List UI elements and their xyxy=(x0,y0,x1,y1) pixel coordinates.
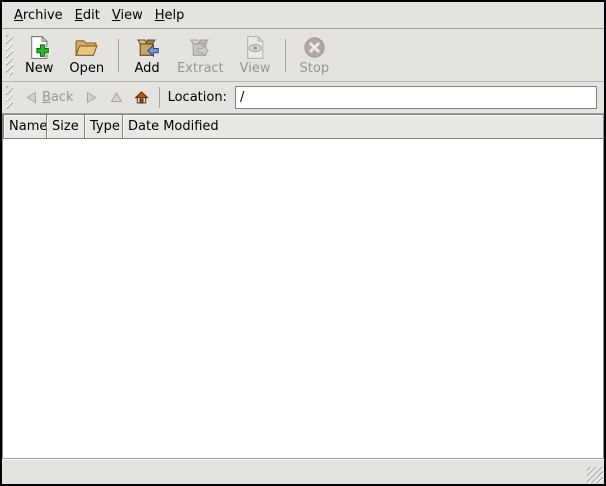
arrow-left-icon xyxy=(24,90,39,105)
open-button[interactable]: Open xyxy=(61,32,112,79)
column-header-row: Name Size Type Date Modified xyxy=(3,114,603,139)
home-button[interactable] xyxy=(129,87,154,108)
up-button[interactable] xyxy=(104,87,129,108)
menu-edit-label: dit xyxy=(83,8,100,23)
view-file-icon xyxy=(243,34,268,61)
resize-grip[interactable] xyxy=(587,467,603,483)
open-archive-icon xyxy=(74,34,99,61)
status-bar xyxy=(2,458,604,484)
file-list-viewport[interactable] xyxy=(3,139,603,458)
extract-button[interactable]: Extract xyxy=(169,32,232,79)
toolbar-separator xyxy=(118,39,119,72)
stop-button[interactable]: Stop xyxy=(292,32,338,79)
menu-bar: Archive Edit View Help xyxy=(2,2,604,29)
add-button-label: Add xyxy=(135,61,160,77)
back-button[interactable]: Back xyxy=(19,87,79,108)
column-header-label: Name xyxy=(9,119,47,134)
file-list-panel: Name Size Type Date Modified xyxy=(2,114,604,458)
menu-edit-label: E xyxy=(75,8,83,23)
forward-button[interactable] xyxy=(79,87,104,108)
open-button-label: Open xyxy=(69,61,104,77)
menu-edit[interactable]: Edit xyxy=(69,4,106,27)
stop-icon xyxy=(302,34,327,61)
column-header-name[interactable]: Name xyxy=(3,114,47,139)
location-label: Location: xyxy=(168,90,227,105)
view-button-label: View xyxy=(240,61,271,77)
stop-button-label: Stop xyxy=(300,61,330,77)
menu-help[interactable]: Help xyxy=(149,4,191,27)
toolbar-separator xyxy=(285,39,286,72)
extract-icon xyxy=(188,34,213,61)
navbar-separator xyxy=(159,87,160,108)
menu-view-label: iew xyxy=(120,8,142,23)
archive-manager-window: Archive Edit View Help New xyxy=(0,0,606,486)
column-header-label: Date Modified xyxy=(128,119,219,134)
add-files-icon xyxy=(135,34,160,61)
navigation-bar: Back Location: xyxy=(2,82,604,114)
menu-archive-label: A xyxy=(14,8,23,23)
back-button-label: Back xyxy=(42,90,74,105)
arrow-right-icon xyxy=(84,90,99,105)
location-input[interactable] xyxy=(235,86,597,109)
navbar-drag-handle[interactable] xyxy=(6,86,13,109)
menu-view[interactable]: View xyxy=(106,4,149,27)
new-archive-icon xyxy=(27,34,52,61)
column-header-label: Size xyxy=(52,119,79,134)
menu-archive-label: rchive xyxy=(23,8,63,23)
column-header-type[interactable]: Type xyxy=(84,114,123,139)
extract-button-label: Extract xyxy=(177,61,224,77)
menu-help-label: elp xyxy=(164,8,184,23)
view-button[interactable]: View xyxy=(232,32,279,79)
home-icon xyxy=(134,90,149,105)
column-header-date-modified[interactable]: Date Modified xyxy=(122,114,314,139)
main-toolbar: New Open Add xyxy=(2,29,604,82)
column-header-filler xyxy=(313,114,603,139)
arrow-up-icon xyxy=(109,90,124,105)
add-button[interactable]: Add xyxy=(125,32,169,79)
column-header-label: Type xyxy=(90,119,120,134)
new-button[interactable]: New xyxy=(17,32,61,79)
menu-archive[interactable]: Archive xyxy=(8,4,69,27)
toolbar-drag-handle[interactable] xyxy=(6,35,13,76)
column-header-size[interactable]: Size xyxy=(46,114,85,139)
new-button-label: New xyxy=(25,61,53,77)
